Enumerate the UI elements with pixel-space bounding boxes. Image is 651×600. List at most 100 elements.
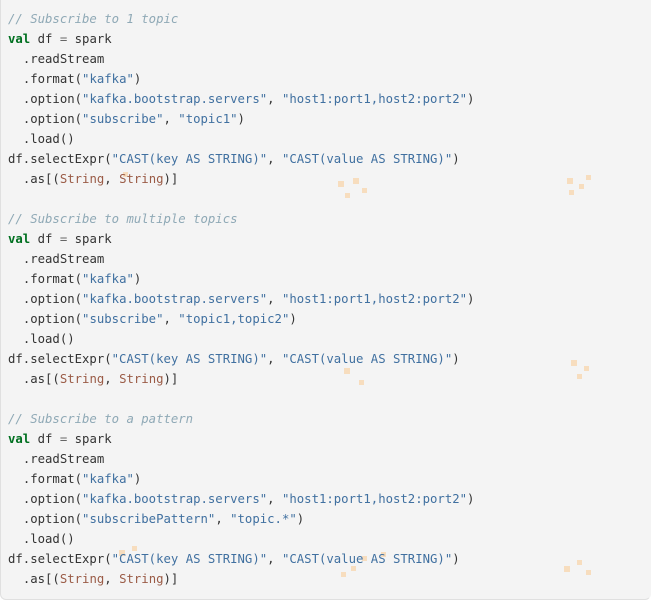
code-token-plain: df: [30, 432, 60, 446]
code-line: // Subscribe to 1 topic: [8, 9, 474, 29]
code-token-plain: ,: [163, 112, 179, 126]
code-line: df.selectExpr("CAST(key AS STRING)", "CA…: [8, 349, 474, 369]
code-line: .readStream: [8, 249, 474, 269]
code-token-string: "CAST(value AS STRING)": [281, 152, 453, 166]
code-token-plain: ,: [163, 312, 179, 326]
code-token-plain: .format(: [22, 272, 83, 286]
code-token-plain: ,: [267, 292, 282, 306]
code-token-plain: .readStream: [22, 52, 105, 66]
code-token-string: "kafka": [82, 272, 134, 286]
code-token-plain: )]: [163, 572, 179, 586]
artifact-square: [577, 560, 582, 565]
code-token-plain: ): [289, 312, 297, 326]
code-token-plain: ,: [215, 512, 231, 526]
code-token-plain: )]: [163, 372, 179, 386]
code-line: .format("kafka"): [8, 469, 474, 489]
code-token-plain: .as[(: [22, 372, 60, 386]
code-line: .option("kafka.bootstrap.servers", "host…: [8, 489, 475, 509]
code-token-string: "host1:port1,host2:port2": [281, 492, 468, 506]
code-token-type: String: [59, 572, 105, 586]
code-token-type: String: [119, 372, 164, 386]
code-token-keyword: val: [8, 232, 31, 246]
code-token-plain: spark: [67, 32, 112, 46]
artifact-square: [586, 570, 591, 575]
code-token-plain: ): [133, 72, 142, 86]
code-line: .load(): [8, 529, 474, 549]
code-token-plain: df: [30, 232, 60, 246]
code-token-plain: ): [452, 552, 460, 566]
code-token-plain: .readStream: [22, 452, 105, 466]
code-line: .readStream: [8, 49, 474, 69]
code-token-plain: ): [467, 92, 475, 106]
code-token-plain: .load(): [22, 332, 75, 346]
code-token-string: "subscribePattern": [82, 512, 216, 526]
artifact-square: [571, 360, 577, 366]
code-token-plain: .as[(: [22, 572, 60, 586]
code-token-string: "kafka": [82, 472, 134, 486]
code-token-string: "CAST(value AS STRING)": [281, 552, 453, 566]
code-token-comment: // Subscribe to multiple topics: [8, 212, 238, 226]
code-token-plain: ): [467, 492, 475, 506]
code-token-plain: spark: [67, 432, 112, 446]
code-line: val df = spark: [8, 29, 474, 49]
code-token-plain: ): [452, 352, 460, 366]
code-token-type: String: [59, 372, 105, 386]
code-token-plain: ,: [267, 352, 282, 366]
code-token-plain: .load(): [22, 132, 75, 146]
code-token-plain: ,: [267, 492, 282, 506]
code-line: .load(): [8, 329, 474, 349]
code-token-string: "topic.*": [230, 512, 297, 526]
code-token-string: "CAST(value AS STRING)": [281, 352, 453, 366]
code-line: .readStream: [8, 449, 474, 469]
code-line: // Subscribe to a pattern: [8, 409, 474, 429]
code-token-keyword: val: [8, 432, 31, 446]
code-token-plain: .option(: [22, 292, 83, 306]
code-token-plain: ,: [104, 372, 120, 386]
code-token-string: "CAST(key AS STRING)": [111, 552, 268, 566]
code-line: .format("kafka"): [8, 269, 474, 289]
code-token-plain: ,: [267, 152, 282, 166]
code-token-type: String: [119, 172, 164, 186]
code-token-plain: ,: [104, 572, 120, 586]
code-token-plain: ): [296, 512, 305, 526]
code-token-plain: .option(: [22, 312, 83, 326]
code-token-type: String: [59, 172, 105, 186]
code-line: .option("subscribe", "topic1"): [8, 109, 474, 129]
code-block-panel: // Subscribe to 1 topic val df = spark .r…: [0, 0, 651, 600]
code-token-plain: .readStream: [22, 252, 105, 266]
artifact-square: [564, 566, 570, 572]
code-token-plain: df.selectExpr(: [8, 352, 112, 366]
code-token-type: String: [119, 572, 164, 586]
code-line: .as[(String, String)]: [8, 569, 474, 589]
code-line: .option("subscribe", "topic1,topic2"): [8, 309, 474, 329]
scala-code-listing[interactable]: // Subscribe to 1 topic val df = spark .r…: [1, 0, 474, 589]
code-line: .option("kafka.bootstrap.servers", "host…: [8, 89, 475, 109]
code-token-string: "kafka.bootstrap.servers": [82, 292, 268, 306]
code-token-string: "kafka": [82, 72, 134, 86]
code-token-comment: // Subscribe to a pattern: [8, 412, 194, 426]
code-line: .as[(String, String)]: [8, 369, 474, 389]
code-line: .load(): [8, 129, 474, 149]
artifact-square: [586, 175, 591, 180]
code-line: .option("kafka.bootstrap.servers", "host…: [8, 289, 475, 309]
code-token-plain: .option(: [22, 92, 83, 106]
code-token-plain: ): [133, 272, 142, 286]
code-token-string: "topic1": [178, 112, 238, 126]
code-token-plain: .option(: [22, 512, 83, 526]
code-token-string: "topic1,topic2": [178, 312, 290, 326]
artifact-square: [579, 184, 584, 189]
code-token-string: "host1:port1,host2:port2": [281, 92, 468, 106]
